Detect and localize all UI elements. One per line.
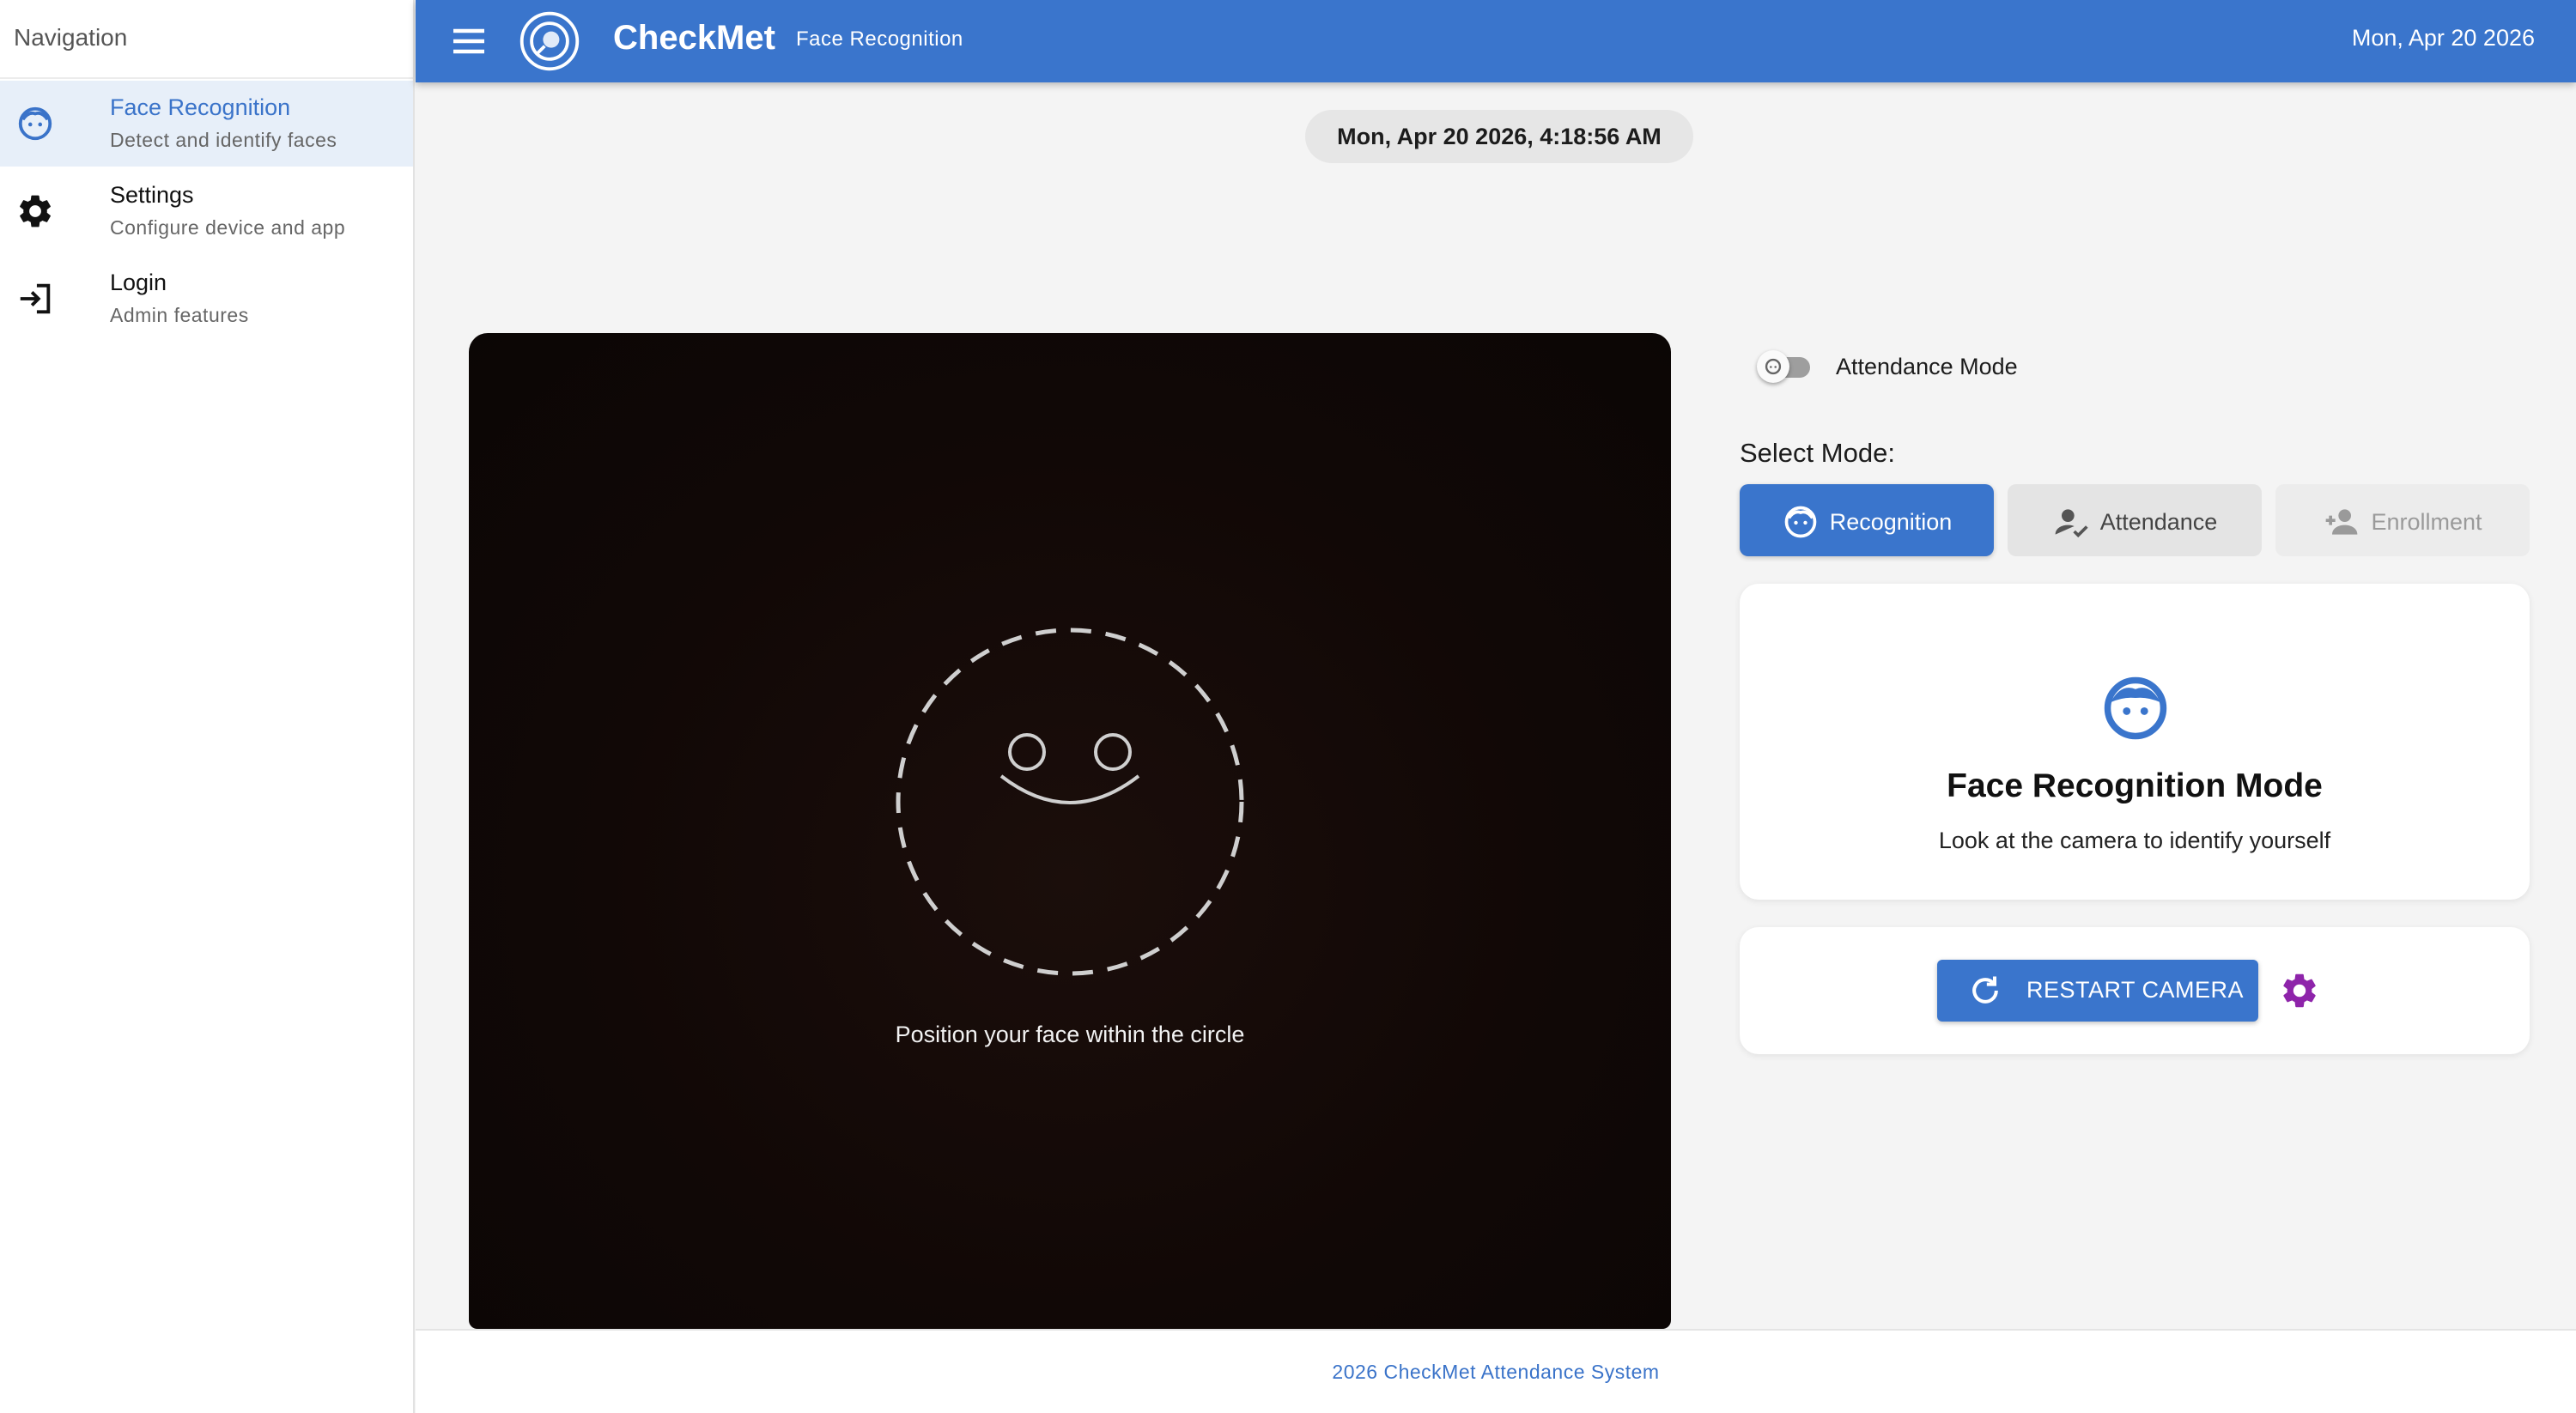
attendance-mode-label: Attendance Mode [1836, 354, 2018, 379]
refresh-icon [1972, 976, 1998, 1004]
sidebar-item-face-recognition[interactable]: Face Recognition Detect and identify fac… [0, 81, 413, 167]
sidebar-item-sublabel: Admin features [110, 304, 249, 326]
header-date: Mon, Apr 20 2026 [2351, 25, 2535, 51]
mode-enrollment-button[interactable]: Enrollment [2275, 484, 2530, 556]
gear-icon [20, 195, 51, 227]
sidebar-item-label: Face Recognition [110, 94, 291, 120]
mode-button-label: Enrollment [2371, 508, 2482, 535]
mode-info-description: Look at the camera to identify yourself [1938, 828, 2331, 853]
sidebar-item-label: Settings [110, 182, 194, 208]
toggle-knob [1757, 350, 1789, 383]
mode-recognition-button[interactable]: Recognition [1740, 484, 1994, 556]
login-icon [20, 283, 51, 314]
page-subtitle: Face Recognition [796, 27, 963, 51]
app-brand: CheckMet [613, 19, 775, 57]
mode-info-title: Face Recognition Mode [1947, 767, 2323, 804]
face-guide-overlay [896, 628, 1244, 976]
sidebar-item-login[interactable]: Login Admin features [0, 256, 413, 342]
mode-attendance-button[interactable]: Attendance [2008, 484, 2262, 556]
sidebar: Navigation Face Recognition Detect and i… [0, 0, 415, 1413]
app-logo [519, 11, 580, 71]
mode-button-label: Recognition [1829, 508, 1953, 535]
person-check-icon [2055, 509, 2088, 538]
restart-camera-label: RESTART CAMERA [2026, 977, 2245, 1003]
menu-icon[interactable] [448, 21, 489, 62]
restart-camera-button[interactable]: RESTART CAMERA [1937, 960, 2258, 1022]
sidebar-item-sublabel: Configure device and app [110, 216, 346, 239]
attendance-mode-toggle[interactable] [1757, 349, 1810, 383]
face-icon [1784, 506, 1817, 538]
camera-view: Position your face within the circle [469, 333, 1671, 1329]
sidebar-item-label: Login [110, 270, 167, 295]
app-header: CheckMet Face Recognition Mon, Apr 20 20… [416, 0, 2576, 82]
sidebar-item-settings[interactable]: Settings Configure device and app [0, 168, 413, 254]
mode-info-card: Face Recognition Mode Look at the camera… [1740, 584, 2530, 900]
camera-hint: Position your face within the circle [895, 1022, 1245, 1047]
gear-icon[interactable] [2279, 970, 2320, 1011]
face-icon [2104, 676, 2167, 740]
face-icon [1765, 358, 1782, 375]
sidebar-title: Navigation [0, 0, 413, 79]
app-footer: 2026 CheckMet Attendance System [416, 1329, 2576, 1413]
face-icon [18, 106, 52, 141]
person-add-icon [2326, 509, 2358, 535]
clock-display: Mon, Apr 20 2026, 4:18:56 AM [1305, 110, 1693, 163]
mode-button-label: Attendance [2099, 508, 2218, 535]
select-mode-label: Select Mode: [1740, 438, 1895, 468]
camera-actions-card: RESTART CAMERA [1740, 927, 2530, 1054]
sidebar-item-sublabel: Detect and identify faces [110, 129, 337, 151]
